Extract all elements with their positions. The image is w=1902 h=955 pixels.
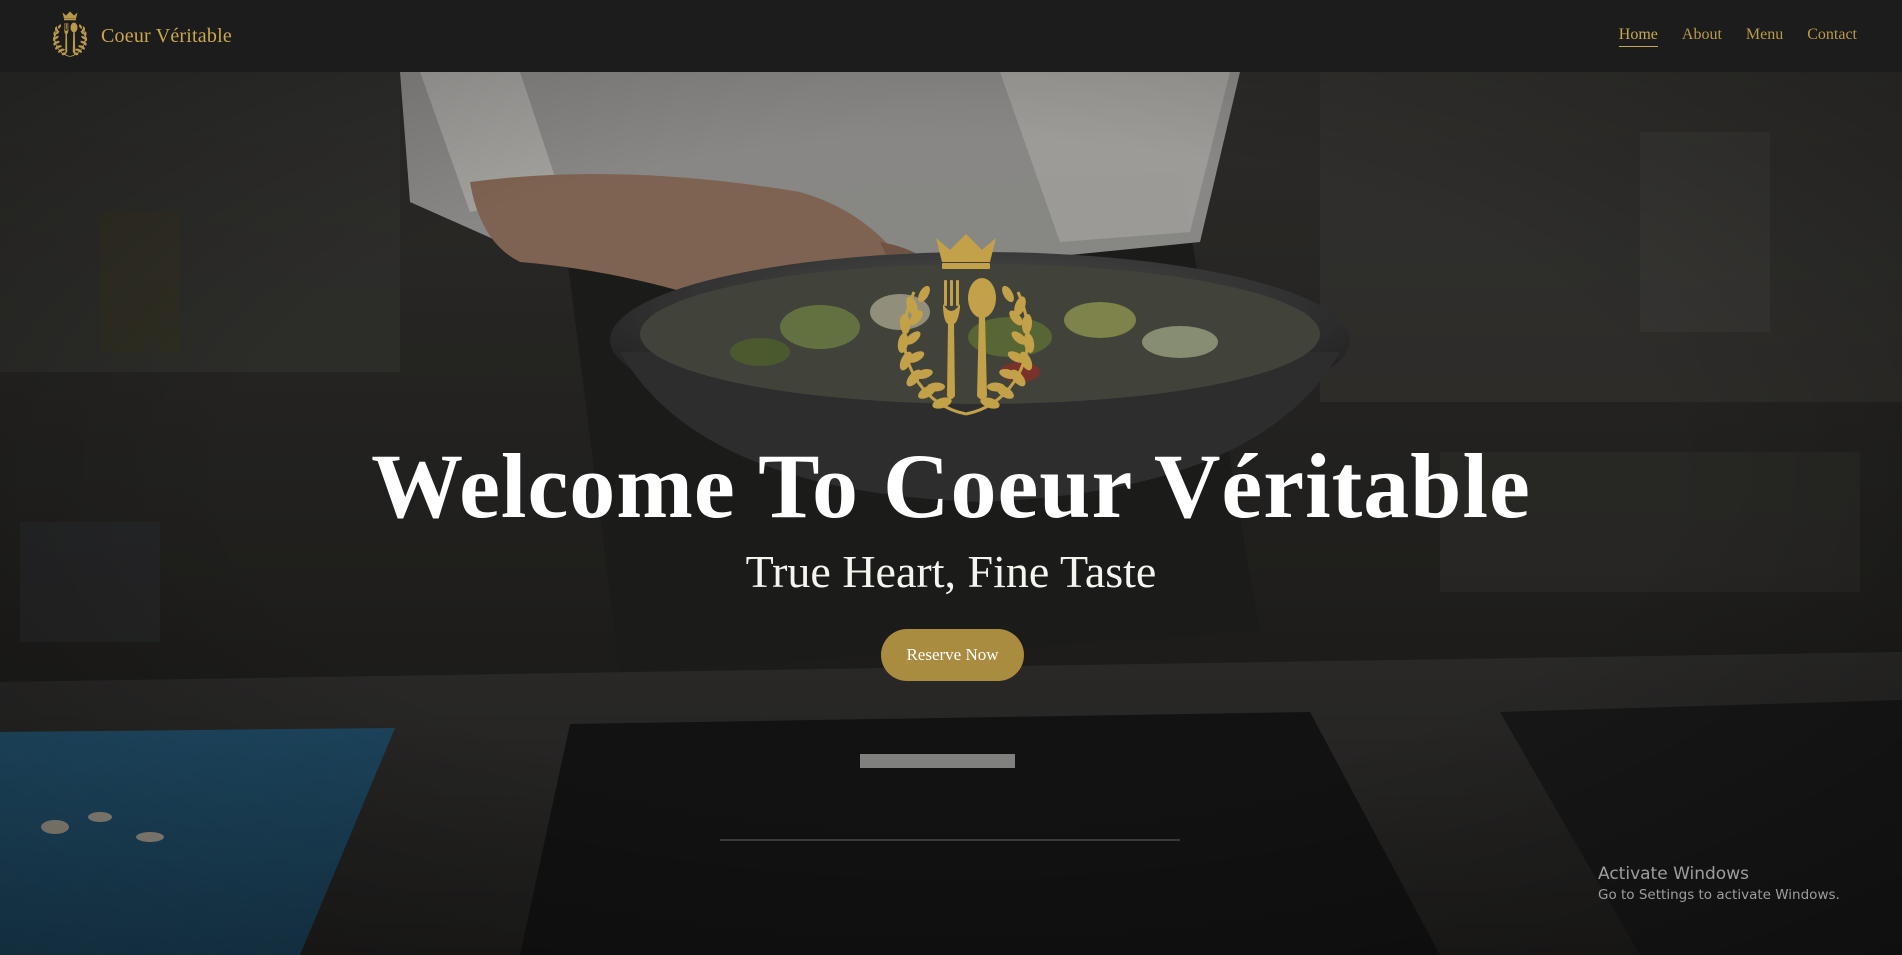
nav-link-home[interactable]: Home (1618, 26, 1658, 47)
nav-link-about[interactable]: About (1682, 26, 1722, 46)
activate-windows-title: Activate Windows (1598, 864, 1749, 884)
brand[interactable]: Coeur Véritable (46, 11, 232, 61)
hero-title: Welcome To Coeur Véritable (371, 435, 1531, 537)
crown-fork-spoon-laurel-icon (52, 11, 88, 57)
hero-content: Welcome To Coeur Véritable True Heart, F… (0, 72, 1902, 955)
navbar: Coeur Véritable Home About Menu Contact (0, 0, 1902, 72)
activate-windows-subtitle: Go to Settings to activate Windows. (1598, 887, 1840, 903)
nav-link-menu[interactable]: Menu (1746, 26, 1783, 46)
crown-fork-spoon-laurel-icon (894, 232, 1038, 416)
brand-name[interactable]: Coeur Véritable (101, 25, 232, 48)
hero-section: Welcome To Coeur Véritable True Heart, F… (0, 72, 1902, 955)
hero-subtitle: True Heart, Fine Taste (745, 546, 1157, 597)
nav-link-contact[interactable]: Contact (1807, 26, 1857, 46)
main-nav: Home About Menu Contact (1618, 26, 1857, 47)
reserve-now-button[interactable]: Reserve Now (881, 629, 1024, 681)
activate-windows-watermark: Activate Windows Go to Settings to activ… (1598, 864, 1840, 903)
